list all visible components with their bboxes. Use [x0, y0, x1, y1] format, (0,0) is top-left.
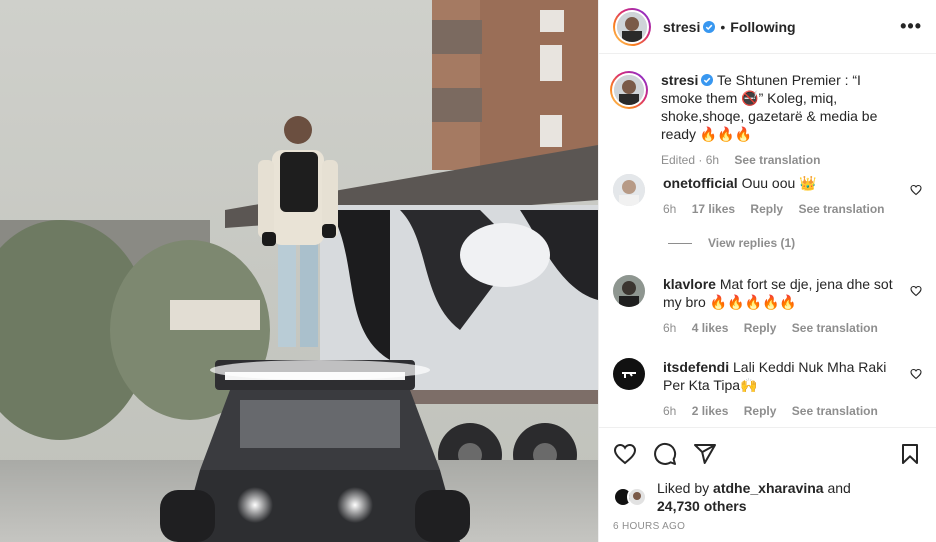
- caption-meta: Edited · 6h See translation: [661, 151, 902, 169]
- comment-meta: 6h 4 likes Reply See translation: [663, 319, 902, 337]
- commenter-avatar[interactable]: [613, 275, 645, 307]
- following-button[interactable]: Following: [730, 19, 795, 35]
- comment-row: itsdefendi Lali Keddi Nuk Mha Raki Per K…: [599, 358, 936, 420]
- comment-username[interactable]: itsdefendi: [663, 359, 729, 375]
- see-translation-link[interactable]: See translation: [798, 202, 884, 216]
- comment-likes[interactable]: 17 likes: [692, 202, 735, 216]
- comment-body: itsdefendi Lali Keddi Nuk Mha Raki Per K…: [663, 358, 902, 420]
- comment-meta: 6h 17 likes Reply See translation: [663, 200, 902, 218]
- see-translation-link[interactable]: See translation: [792, 321, 878, 335]
- comment-likes[interactable]: 2 likes: [692, 404, 729, 418]
- commenter-avatar[interactable]: [613, 174, 645, 206]
- post-image[interactable]: [0, 0, 598, 542]
- reply-button[interactable]: Reply: [744, 321, 777, 335]
- post-viewer: stresi • Following ••• stresi Te Shtunen…: [0, 0, 936, 542]
- comment-body: klavlore Mat fort se dje, jena dhe sot m…: [663, 275, 902, 337]
- avatar-image: [614, 75, 644, 105]
- avatar-image: [617, 11, 647, 42]
- verified-badge-icon: [701, 74, 714, 86]
- post-date[interactable]: 6 HOURS AGO: [599, 515, 936, 542]
- likes-text: Liked by atdhe_xharavina and 24,730 othe…: [657, 479, 851, 515]
- author-username[interactable]: stresi: [663, 19, 700, 35]
- likes-summary: Liked by atdhe_xharavina and 24,730 othe…: [599, 479, 936, 515]
- commenter-avatar[interactable]: [613, 358, 645, 390]
- comment-time: 6h: [663, 202, 677, 216]
- liked-by-user[interactable]: atdhe_xharavina: [713, 480, 824, 496]
- post-photo: [0, 0, 598, 542]
- comment-body: onetofficial Ouu oou 👑 6h 17 likes Reply…: [663, 174, 902, 218]
- see-translation-link[interactable]: See translation: [792, 404, 878, 418]
- author-avatar[interactable]: [613, 7, 651, 46]
- heart-icon[interactable]: [613, 442, 637, 466]
- likers-avatars[interactable]: [613, 487, 647, 507]
- more-options-icon[interactable]: •••: [900, 16, 922, 37]
- caption-avatar[interactable]: [610, 71, 648, 109]
- caption-time: Edited · 6h: [661, 153, 720, 167]
- comments-list[interactable]: stresi Te Shtunen Premier : “I smoke the…: [599, 54, 936, 427]
- post-actions: [599, 427, 936, 479]
- replies-divider: [668, 242, 692, 244]
- post-header: stresi • Following •••: [599, 0, 936, 54]
- liked-by-and: and: [827, 480, 851, 496]
- separator-dot: •: [720, 18, 726, 35]
- avatar-image: [613, 275, 645, 307]
- comment-text: Ouu oou 👑: [741, 175, 817, 191]
- like-comment-heart-icon[interactable]: [910, 368, 922, 380]
- comment-time: 6h: [663, 321, 677, 335]
- bookmark-icon[interactable]: [898, 442, 922, 466]
- view-replies-button[interactable]: View replies (1): [668, 236, 795, 250]
- like-comment-heart-icon[interactable]: [910, 184, 922, 196]
- caption-row: stresi Te Shtunen Premier : “I smoke the…: [599, 71, 936, 169]
- verified-badge-icon: [703, 20, 716, 33]
- see-translation-link[interactable]: See translation: [734, 153, 820, 167]
- reply-button[interactable]: Reply: [750, 202, 783, 216]
- comment-username[interactable]: onetofficial: [663, 175, 738, 191]
- comment-time: 6h: [663, 404, 677, 418]
- comment-username[interactable]: klavlore: [663, 276, 716, 292]
- likes-count[interactable]: 24,730 others: [657, 498, 747, 514]
- share-icon[interactable]: [693, 442, 717, 466]
- comment-likes[interactable]: 4 likes: [692, 321, 729, 335]
- caption-username[interactable]: stresi: [661, 72, 698, 88]
- like-comment-heart-icon[interactable]: [910, 285, 922, 297]
- post-details-panel: stresi • Following ••• stresi Te Shtunen…: [598, 0, 936, 542]
- avatar-image: [613, 174, 645, 206]
- avatar-image: [613, 358, 645, 390]
- liker-avatar: [627, 487, 647, 507]
- caption-body: stresi Te Shtunen Premier : “I smoke the…: [661, 71, 922, 169]
- comment-row: onetofficial Ouu oou 👑 6h 17 likes Reply…: [599, 174, 936, 218]
- reply-button[interactable]: Reply: [744, 404, 777, 418]
- comment-row: klavlore Mat fort se dje, jena dhe sot m…: [599, 275, 936, 337]
- liked-by-prefix: Liked by: [657, 480, 710, 496]
- view-replies-label: View replies (1): [708, 236, 796, 250]
- comment-icon[interactable]: [653, 442, 677, 466]
- comment-meta: 6h 2 likes Reply See translation: [663, 402, 902, 420]
